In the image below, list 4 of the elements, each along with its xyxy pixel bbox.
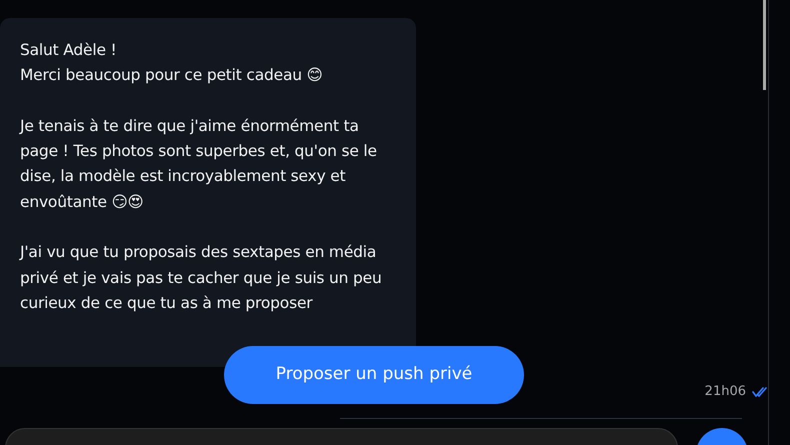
private-push-button[interactable]: Proposer un push privé xyxy=(224,346,524,404)
scrollbar-thumb[interactable] xyxy=(763,0,766,90)
message-time: 21h06 xyxy=(704,383,746,401)
message-text: Salut Adèle ! Merci beaucoup pour ce petit cadeau 😊 Je tenais à te dire que j'aime énormément ta page ! Tes photos sont superbes et, qu'on se le dise, la modèle est incroyablement sexy et envoûtante 😏😍 J'ai vu que tu proposais des sextapes en média privé et je vais pas te cacher que je suis un peu curieux de ce que tu as à me proposer xyxy=(20,40,383,314)
